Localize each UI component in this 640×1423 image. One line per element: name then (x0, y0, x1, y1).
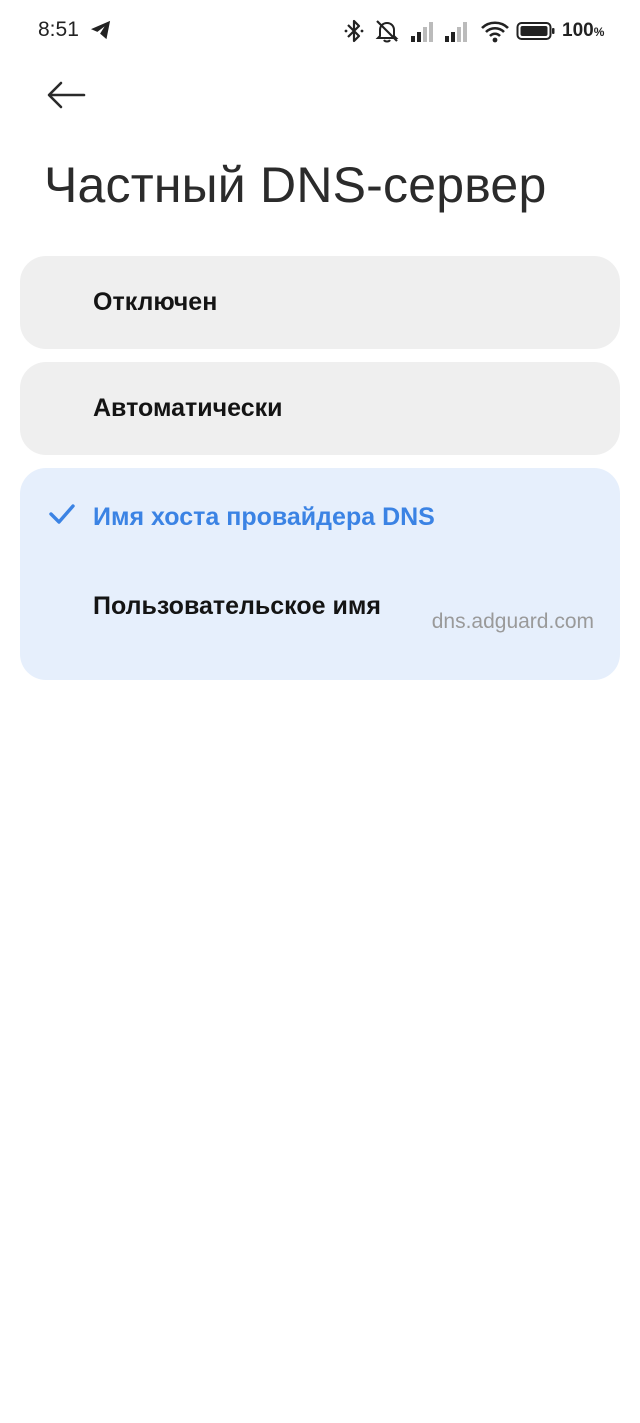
custom-hostname-row[interactable]: Пользовательское имя dns.adguard.com (20, 578, 620, 673)
arrow-left-icon (47, 81, 86, 109)
mute-icon (375, 20, 399, 43)
signal-icon (445, 22, 467, 42)
option-off-label: Отключен (93, 288, 218, 316)
battery-level: 100% (562, 20, 605, 41)
signal-icon (411, 22, 433, 42)
status-time: 8:51 (38, 18, 79, 41)
custom-hostname-value: dns.adguard.com (431, 610, 594, 633)
screen: 8:51 100% Частный DNS-сервер Отключен Ав… (0, 0, 640, 1423)
custom-hostname-label: Пользовательское имя (93, 592, 381, 620)
checkmark-icon (49, 504, 75, 524)
option-off[interactable]: Отключен (20, 256, 620, 349)
back-button[interactable] (40, 72, 92, 118)
wifi-icon (481, 21, 509, 43)
option-automatic-label: Автоматически (93, 394, 283, 422)
telegram-icon (91, 20, 111, 40)
option-automatic[interactable]: Автоматически (20, 362, 620, 455)
bluetooth-icon (344, 19, 364, 43)
battery-icon (516, 22, 555, 40)
option-hostname[interactable]: Имя хоста провайдера DNS (20, 468, 620, 568)
status-bar: 8:51 100% (0, 0, 640, 64)
page-title: Частный DNS-сервер (44, 157, 547, 213)
option-hostname-label: Имя хоста провайдера DNS (93, 503, 435, 531)
option-hostname-card: Имя хоста провайдера DNS Пользовательско… (20, 468, 620, 680)
